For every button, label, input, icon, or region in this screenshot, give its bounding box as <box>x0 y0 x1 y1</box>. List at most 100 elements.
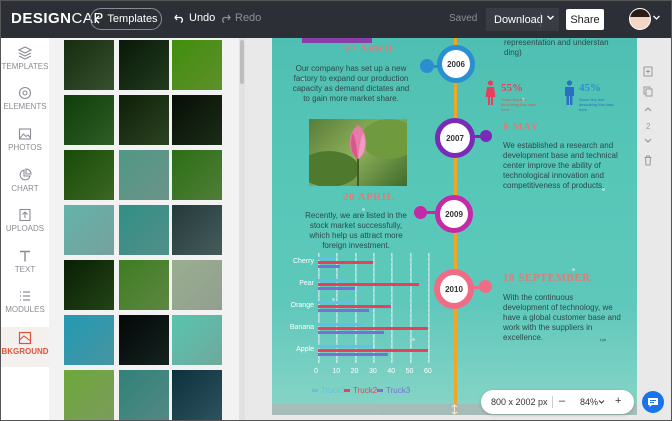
chart-category-label: Banana <box>289 324 314 331</box>
background-thumbnail[interactable] <box>64 260 114 310</box>
chart-bar-truck3-banana[interactable] <box>318 331 384 334</box>
zoom-dropdown-chevron-icon[interactable] <box>598 399 605 405</box>
undo-button[interactable]: Undo <box>174 12 215 24</box>
left-sidebar: TEMPLATES ELEMENTS PHOTOS CHART UPLOADS … <box>1 38 49 420</box>
scrollbar-thumb[interactable] <box>240 40 244 84</box>
stat-55-percent: 55% <box>501 82 523 94</box>
chevron-up-icon[interactable] <box>643 105 653 113</box>
sidebar-item-label: TEMPLATES <box>1 62 49 71</box>
zoom-level[interactable]: 84% <box>580 397 598 407</box>
chart-category-label: Cherry <box>292 258 314 265</box>
chat-support-button[interactable] <box>642 391 664 413</box>
resize-arrows-icon <box>451 404 458 415</box>
node-2010-connector-dot <box>479 280 492 293</box>
undo-label: Undo <box>189 12 216 24</box>
background-thumbnail[interactable] <box>119 205 169 255</box>
trash-icon[interactable] <box>643 155 653 166</box>
chart-bar-truck1-banana[interactable] <box>318 323 364 326</box>
stat-55-caption: Some tiny text describing this data here <box>501 97 536 112</box>
background-thumbnail[interactable] <box>64 205 114 255</box>
paragraph-10-september: With the continuous development of techn… <box>503 293 621 342</box>
sidebar-item-uploads[interactable]: UPLOADS <box>1 208 49 248</box>
background-thumbnail[interactable] <box>64 315 114 365</box>
background-thumbnail[interactable] <box>172 370 222 420</box>
user-avatar[interactable] <box>629 8 651 30</box>
sidebar-item-photos[interactable]: PHOTOS <box>1 127 49 167</box>
background-thumbnail[interactable] <box>172 150 222 200</box>
chart-bar-truck3-cherry[interactable] <box>318 265 340 268</box>
paragraph-20-april: Recently, we are listed in the stock mar… <box>305 211 407 250</box>
list-icon <box>20 291 30 301</box>
download-button[interactable]: Download <box>486 8 559 31</box>
chart-bar-truck2-banana[interactable] <box>318 327 428 330</box>
heading-8-may: 8 MAY <box>503 121 540 133</box>
templates-button[interactable]: Templates <box>90 8 162 30</box>
chevron-down-page-icon[interactable] <box>643 137 653 145</box>
elements-icon <box>18 86 32 100</box>
account-chevron-down-icon[interactable] <box>652 14 661 21</box>
zoom-out-button[interactable]: – <box>559 395 565 407</box>
background-thumbnail[interactable] <box>119 95 169 145</box>
chart-x-tick: 0 <box>314 368 318 375</box>
legend-item-truck2: Truck2 <box>344 386 377 395</box>
sidebar-item-chart[interactable]: CHART <box>1 168 49 208</box>
background-thumbnail[interactable] <box>172 260 222 310</box>
sidebar-item-label: PHOTOS <box>8 143 42 152</box>
background-thumbnail[interactable] <box>119 40 169 90</box>
background-thumbnail[interactable] <box>119 315 169 365</box>
chart-bar-truck1-apple[interactable] <box>318 345 373 348</box>
sidebar-item-label: ELEMENTS <box>3 102 47 111</box>
sidebar-item-bkground[interactable]: BKGROUND <box>1 327 49 367</box>
background-thumbnail[interactable] <box>119 150 169 200</box>
year-2009-label: 2009 <box>445 209 463 219</box>
sidebar-item-modules[interactable]: MODULES <box>1 289 49 329</box>
image-icon <box>18 128 32 140</box>
sidebar-item-elements[interactable]: ELEMENTS <box>1 86 49 126</box>
background-thumbnail[interactable] <box>172 95 222 145</box>
chart-bar-truck3-pear[interactable] <box>318 287 355 290</box>
paragraph-8-may: We established a research and developmen… <box>503 141 618 190</box>
chart-x-tick: 20 <box>350 368 359 375</box>
zoom-in-button[interactable]: + <box>615 395 621 407</box>
background-thumbnail[interactable] <box>64 370 114 420</box>
background-thumbnail[interactable] <box>172 205 222 255</box>
background-thumbnail[interactable] <box>119 260 169 310</box>
male-figure-icon <box>565 80 574 105</box>
background-thumbnail[interactable] <box>64 40 114 90</box>
chart-category-label: Orange <box>290 302 314 309</box>
chart-bar-truck2-orange[interactable] <box>318 305 392 308</box>
sidebar-item-templates[interactable]: TEMPLATES <box>1 46 49 86</box>
chart-gridline <box>409 253 412 363</box>
year-node-2009: 2009 <box>435 195 473 233</box>
lotus-photo[interactable] <box>309 119 407 186</box>
chart-x-tick: 40 <box>387 368 396 375</box>
background-thumbnail[interactable] <box>64 95 114 145</box>
chevron-down-icon[interactable] <box>546 13 555 22</box>
chart-bar-truck3-orange[interactable] <box>318 309 370 312</box>
chart-category-label: Pear <box>299 280 314 287</box>
legend-swatch <box>312 389 318 392</box>
legend-item-truck1: Truck1 <box>312 386 345 395</box>
node-2007-connector-dot <box>480 130 492 142</box>
sidebar-item-text[interactable]: TEXT <box>1 249 49 289</box>
design-canvas[interactable]: 27 APRIL Our company has set up a new fa… <box>272 38 638 415</box>
chart-bar-truck2-apple[interactable] <box>318 349 428 352</box>
background-thumbnail[interactable] <box>64 150 114 200</box>
chart-bar-truck3-apple[interactable] <box>318 353 388 356</box>
share-button[interactable]: Share <box>566 9 604 30</box>
logo-main-text: DESIGN <box>11 10 72 27</box>
bar-chart[interactable]: 0 10 20 30 40 50 60 Cherry Pear Orange Banana Apple <box>272 253 442 375</box>
add-page-icon[interactable] <box>643 66 653 77</box>
chart-bar-truck1-pear[interactable] <box>318 279 346 282</box>
duplicate-page-icon[interactable] <box>643 86 653 97</box>
background-thumbnail[interactable] <box>172 40 222 90</box>
chart-bar-truck1-cherry[interactable] <box>318 257 337 260</box>
chart-bar-truck2-cherry[interactable] <box>318 261 373 264</box>
redo-button[interactable]: Redo <box>220 12 261 24</box>
background-thumbnail[interactable] <box>119 370 169 420</box>
chart-bar-truck2-pear[interactable] <box>318 283 419 286</box>
stat-45-caption: Some tiny text describing this data here <box>579 97 614 112</box>
chart-bar-truck1-orange[interactable] <box>318 301 355 304</box>
year-2010-label: 2010 <box>445 284 463 294</box>
background-thumbnail[interactable] <box>172 315 222 365</box>
